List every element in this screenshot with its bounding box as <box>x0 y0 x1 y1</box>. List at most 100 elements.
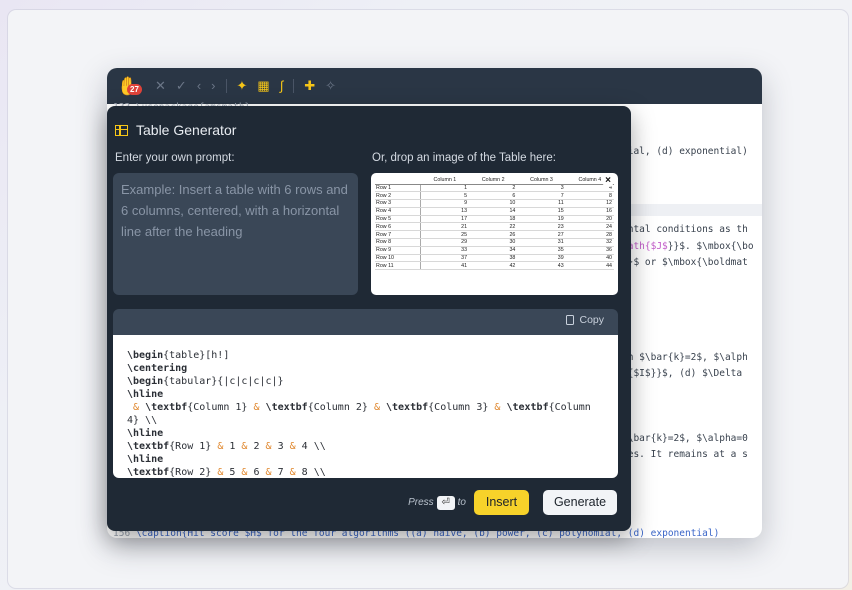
notification-badge: 27 <box>127 84 142 95</box>
copy-button[interactable]: Copy <box>566 314 604 326</box>
dialog-footer: Press ⏎ to Insert Generate <box>408 490 617 515</box>
insert-button[interactable]: Insert <box>474 490 529 515</box>
preview-row: Row 3 9 10 11 12 <box>375 199 614 208</box>
preview-cell: Row 9 <box>375 246 422 255</box>
preview-column-header <box>375 177 421 185</box>
preview-cell: 39 <box>517 254 566 263</box>
preview-cell: 31 <box>517 238 566 247</box>
preview-cell: 13 <box>420 207 470 216</box>
preview-cell: 24 <box>565 222 614 232</box>
preview-cell: 2 <box>469 184 518 193</box>
preview-cell: 18 <box>469 215 518 224</box>
remove-image-button[interactable]: × <box>602 175 614 187</box>
table-image-dropzone[interactable]: Column 1 Column 2 Column 3 Column 4 Row 112… <box>371 173 618 295</box>
toolbar-divider <box>293 79 295 93</box>
copy-icon <box>566 315 575 325</box>
chevron-right-icon[interactable]: › <box>211 68 215 104</box>
drop-image-label: Or, drop an image of the Table here: <box>372 152 556 164</box>
toolbar-divider <box>225 79 227 93</box>
preview-column-header: Column 3 <box>517 177 566 185</box>
output-line: \textbf{Row 1} & 1 & 2 & 3 & 4 \\ <box>127 441 326 452</box>
preview-cell: 6 <box>469 191 518 201</box>
output-line: \textbf{Row 2} & 5 & 6 & 7 & 8 \\ <box>127 467 326 478</box>
sparkle-icon[interactable]: ✦ <box>237 68 248 104</box>
preview-cell: Row 3 <box>375 199 422 208</box>
output-line: \begin{tabular}{|c|c|c|c|} <box>127 376 284 387</box>
output-header: Copy <box>113 309 618 335</box>
preview-cell: 5 <box>420 191 470 201</box>
output-line: \hline <box>127 454 164 465</box>
output-line: \hline <box>127 428 164 439</box>
output-line: 4} \\ <box>127 415 158 426</box>
output-line: & \textbf{Column 1} & \textbf{Column 2} … <box>133 402 591 413</box>
preview-cell: 16 <box>565 207 614 216</box>
preview-cell: 33 <box>420 246 470 255</box>
preview-cell: Row 6 <box>375 222 422 232</box>
preview-row: Row 4 13 14 15 16 <box>375 207 614 216</box>
code-line: math{$J$}}$. $\mbox{\bo <box>622 241 754 252</box>
preview-table: Column 1 Column 2 Column 3 Column 4 Row 112… <box>375 177 614 271</box>
preview-cell: Row 10 <box>375 254 422 263</box>
output-line: \centering <box>127 363 188 374</box>
shortcut-hint: Press ⏎ to <box>408 495 466 510</box>
output-line: \hline <box>127 389 164 400</box>
preview-cell: Row 4 <box>375 207 422 216</box>
preview-cell: 43 <box>517 261 566 271</box>
preview-cell: 30 <box>469 238 518 247</box>
preview-cell: 25 <box>420 230 470 240</box>
preview-cell: 3 <box>517 184 566 193</box>
preview-cell: 15 <box>517 207 566 216</box>
code-line: en $\bar{k}=2$, $\alph <box>622 352 748 363</box>
preview-cell: 21 <box>420 222 470 232</box>
preview-cell: 9 <box>420 199 470 208</box>
preview-cell: 7 <box>517 191 566 201</box>
preview-cell: 11 <box>517 199 566 208</box>
preview-column-header: Column 1 <box>420 177 470 185</box>
preview-row: Row 9 33 34 35 36 <box>375 246 614 255</box>
enter-key-icon: ⏎ <box>436 495 455 510</box>
integral-icon[interactable]: ∫ <box>280 68 284 104</box>
preview-row: Row 7 25 26 27 28 <box>375 230 614 240</box>
preview-cell: Row 2 <box>375 191 422 201</box>
preview-cell: 28 <box>565 230 614 240</box>
logo-icon[interactable]: ✋ 27 <box>117 75 145 97</box>
preview-row: Row 5 17 18 19 20 <box>375 215 614 224</box>
preview-row: Row 11234 <box>375 184 614 193</box>
generate-button[interactable]: Generate <box>543 490 617 515</box>
preview-cell: 8 <box>565 191 614 201</box>
close-icon[interactable]: ✕ <box>155 68 166 104</box>
preview-cell: 17 <box>420 215 470 224</box>
preview-cell: 44 <box>565 261 614 271</box>
magic-wand-icon[interactable]: ✧ <box>325 68 336 104</box>
preview-cell: 19 <box>517 215 566 224</box>
preview-row: Row 6 21 22 23 24 <box>375 222 614 232</box>
table-icon <box>115 124 128 136</box>
preview-cell: 32 <box>565 238 614 247</box>
preview-cell: 23 <box>517 222 566 232</box>
preview-cell: 22 <box>469 222 518 232</box>
preview-cell: Row 1 <box>375 184 422 193</box>
code-line: ental conditions as th <box>622 224 748 235</box>
code-line: h{$I$}}$, (d) $\Delta <box>622 368 743 379</box>
check-icon[interactable]: ✓ <box>176 68 187 104</box>
preview-cell: 26 <box>469 230 518 240</box>
preview-cell: 14 <box>469 207 518 216</box>
preview-cell: Row 7 <box>375 230 422 240</box>
prompt-label: Enter your own prompt: <box>115 152 235 164</box>
gift-icon[interactable]: ✚ <box>304 68 315 104</box>
preview-cell: 27 <box>517 230 566 240</box>
preview-row: Row 11 41 42 43 44 <box>375 261 614 271</box>
dialog-title: Table Generator <box>115 122 236 138</box>
editor-toolbar: ✋ 27 ✕ ✓ ‹ › ✦ ▦ ∫ ✚ ✧ <box>107 68 762 104</box>
code-line: $\bar{k}=2$, $\alpha=0 <box>622 433 748 444</box>
prompt-input[interactable]: Example: Insert a table with 6 rows and … <box>113 173 358 295</box>
table-generator-dialog: Table Generator Enter your own prompt: O… <box>107 106 631 531</box>
preview-cell: 41 <box>420 261 470 271</box>
preview-cell: Row 11 <box>375 261 422 271</box>
chevron-left-icon[interactable]: ‹ <box>197 68 201 104</box>
preview-cell: 29 <box>420 238 470 247</box>
preview-cell: 37 <box>420 254 470 263</box>
table-icon[interactable]: ▦ <box>257 68 269 104</box>
latex-output[interactable]: \begin{table}[h!] \centering \begin{tabula… <box>113 335 618 478</box>
preview-cell: 12 <box>565 199 614 208</box>
